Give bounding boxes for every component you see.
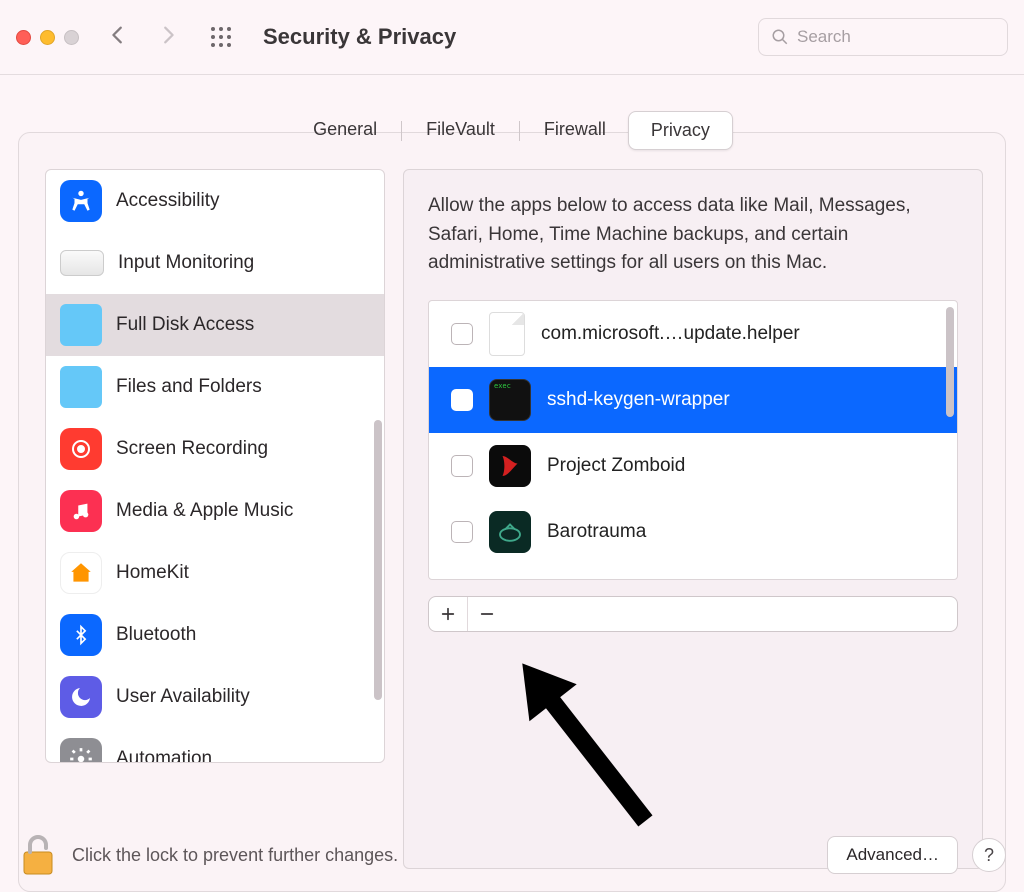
minimize-window-button[interactable] [40, 30, 55, 45]
close-window-button[interactable] [16, 30, 31, 45]
screen-recording-icon [60, 428, 102, 470]
folder-icon [60, 366, 102, 408]
remove-button[interactable] [467, 597, 505, 631]
sidebar-item-label: Accessibility [116, 190, 219, 212]
advanced-button[interactable]: Advanced… [827, 836, 958, 874]
show-all-button[interactable] [209, 25, 233, 49]
sidebar-item-media-apple-music[interactable]: Media & Apple Music [46, 480, 384, 542]
accessibility-icon [60, 180, 102, 222]
gear-icon [60, 738, 102, 763]
scrollbar[interactable] [946, 307, 954, 417]
sidebar-item-files-and-folders[interactable]: Files and Folders [46, 356, 384, 418]
sidebar-item-label: Input Monitoring [118, 252, 254, 274]
settings-panel: Accessibility Input Monitoring Full Disk… [18, 132, 1006, 892]
app-list[interactable]: com.microsoft.…update.helper sshd-keygen… [428, 300, 958, 580]
checkbox[interactable] [451, 389, 473, 411]
description-text: Allow the apps below to access data like… [428, 192, 958, 278]
titlebar: Security & Privacy Search [0, 0, 1024, 75]
tab-bar: General FileVault Firewall Privacy [18, 111, 1006, 150]
sidebar-item-label: User Availability [116, 686, 250, 708]
app-row[interactable]: sshd-keygen-wrapper [429, 367, 957, 433]
search-input[interactable]: Search [758, 18, 1008, 56]
app-name: Barotrauma [547, 521, 646, 543]
music-icon [60, 490, 102, 532]
checkbox[interactable] [451, 323, 473, 345]
app-row[interactable]: Project Zomboid [429, 433, 957, 499]
privacy-categories-list[interactable]: Accessibility Input Monitoring Full Disk… [45, 169, 385, 763]
sidebar-item-automation[interactable]: Automation [46, 728, 384, 763]
search-placeholder: Search [797, 27, 851, 47]
forward-button[interactable] [157, 24, 179, 51]
app-name: sshd-keygen-wrapper [547, 389, 730, 411]
lock-button[interactable] [18, 832, 58, 878]
sidebar-item-input-monitoring[interactable]: Input Monitoring [46, 232, 384, 294]
keyboard-icon [60, 250, 104, 276]
window-controls [16, 30, 79, 45]
sidebar-item-bluetooth[interactable]: Bluetooth [46, 604, 384, 666]
sidebar-item-label: Full Disk Access [116, 314, 254, 336]
folder-icon [60, 304, 102, 346]
sidebar-item-homekit[interactable]: HomeKit [46, 542, 384, 604]
scrollbar[interactable] [374, 420, 382, 700]
add-button[interactable] [429, 597, 467, 631]
lock-text: Click the lock to prevent further change… [72, 845, 398, 866]
app-name: com.microsoft.…update.helper [541, 323, 800, 345]
sidebar-item-label: Bluetooth [116, 624, 196, 646]
barotrauma-icon [489, 511, 531, 553]
zoom-window-button[interactable] [64, 30, 79, 45]
sidebar-item-label: Files and Folders [116, 376, 262, 398]
bluetooth-icon [60, 614, 102, 656]
tab-privacy[interactable]: Privacy [628, 111, 733, 150]
sidebar-item-user-availability[interactable]: User Availability [46, 666, 384, 728]
homekit-icon [60, 552, 102, 594]
checkbox[interactable] [451, 521, 473, 543]
pz-icon [489, 445, 531, 487]
terminal-icon [489, 379, 531, 421]
sidebar-item-label: Media & Apple Music [116, 500, 293, 522]
checkbox[interactable] [451, 455, 473, 477]
sidebar-item-label: HomeKit [116, 562, 189, 584]
window-title: Security & Privacy [263, 24, 758, 50]
moon-icon [60, 676, 102, 718]
help-button[interactable]: ? [972, 838, 1006, 872]
sidebar-item-accessibility[interactable]: Accessibility [46, 170, 384, 232]
app-row[interactable]: Barotrauma [429, 499, 957, 565]
add-remove-buttons [428, 596, 958, 632]
app-name: Project Zomboid [547, 455, 685, 477]
tab-general[interactable]: General [291, 111, 399, 150]
back-button[interactable] [107, 24, 129, 51]
sidebar-item-screen-recording[interactable]: Screen Recording [46, 418, 384, 480]
footer: Click the lock to prevent further change… [18, 832, 1006, 878]
sidebar-item-full-disk-access[interactable]: Full Disk Access [46, 294, 384, 356]
sidebar-item-label: Screen Recording [116, 438, 268, 460]
sidebar-item-label: Automation [116, 748, 212, 763]
app-row[interactable]: com.microsoft.…update.helper [429, 301, 957, 367]
tab-firewall[interactable]: Firewall [522, 111, 628, 150]
document-icon [489, 312, 525, 356]
tab-filevault[interactable]: FileVault [404, 111, 517, 150]
main-content: Allow the apps below to access data like… [403, 169, 983, 869]
